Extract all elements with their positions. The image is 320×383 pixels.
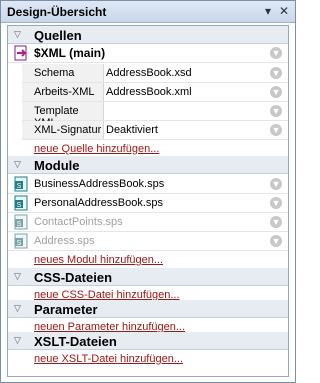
collapse-chevron-icon[interactable]: ▽ <box>14 335 21 346</box>
section-parameters-label: Parameter <box>34 302 98 317</box>
section-sources[interactable]: ▽ Quellen <box>8 26 288 44</box>
module-name: Address.sps <box>34 235 95 247</box>
section-parameters[interactable]: ▽ Parameter <box>8 300 288 318</box>
module-name: PersonalAddressBook.sps <box>34 197 164 209</box>
prop-menu-button[interactable]: ▼ <box>270 124 282 136</box>
panel-title: Design-Übersicht <box>7 5 107 19</box>
module-menu-button[interactable]: ▼ <box>270 235 282 247</box>
source-main-menu-button[interactable]: ▼ <box>270 47 282 59</box>
prop-key: Arbeits-XML <box>34 86 95 98</box>
prop-value[interactable]: AddressBook.xsd <box>106 67 192 79</box>
prop-menu-button[interactable]: ▼ <box>270 67 282 79</box>
prop-key-cell: XML-Signatur <box>22 121 104 139</box>
add-source-link[interactable]: neue Quelle hinzufügen... <box>34 143 159 155</box>
module-menu-button[interactable]: ▼ <box>270 197 282 209</box>
prop-value[interactable]: Deaktiviert <box>106 124 158 136</box>
module-name: ContactPoints.sps <box>34 216 123 228</box>
panel-titlebar: Design-Übersicht ▾ ✕ <box>1 1 295 23</box>
source-prop-row[interactable]: Arbeits-XML AddressBook.xml ▼ <box>22 83 288 102</box>
svg-text:S: S <box>17 221 22 228</box>
module-row[interactable]: S Address.sps ▼ <box>8 232 288 251</box>
add-module-link[interactable]: neues Modul hinzufügen... <box>34 254 163 266</box>
prop-value[interactable]: AddressBook.xml <box>106 86 192 98</box>
source-prop-row[interactable]: XML-Signatur Deaktiviert ▼ <box>22 121 288 140</box>
add-xslt-link[interactable]: neue XSLT-Datei hinzufügen... <box>34 353 183 365</box>
prop-menu-button[interactable]: ▼ <box>270 105 282 117</box>
prop-key-cell: Arbeits-XML <box>22 83 104 101</box>
prop-key: Schema <box>34 67 75 79</box>
sps-file-disabled-icon: S <box>14 233 28 249</box>
section-modules[interactable]: ▽ Module <box>8 156 288 174</box>
design-overview-panel: Design-Übersicht ▾ ✕ ▽ Quellen $XML (mai… <box>0 0 296 383</box>
section-xslt-label: XSLT-Dateien <box>34 334 117 349</box>
prop-key: XML-Signatur <box>34 124 102 136</box>
sps-file-icon: S <box>14 176 28 192</box>
svg-text:S: S <box>17 240 22 247</box>
section-css[interactable]: ▽ CSS-Dateien <box>8 268 288 286</box>
source-prop-row[interactable]: Schema AddressBook.xsd ▼ <box>22 64 288 83</box>
section-css-label: CSS-Dateien <box>34 270 113 285</box>
svg-text:S: S <box>17 183 22 190</box>
prop-menu-button[interactable]: ▼ <box>270 86 282 98</box>
collapse-chevron-icon[interactable]: ▽ <box>14 159 21 170</box>
source-prop-row[interactable]: Template XML ▼ <box>22 102 288 129</box>
module-menu-button[interactable]: ▼ <box>270 216 282 228</box>
source-main-row[interactable]: $XML (main) ▼ <box>8 44 288 63</box>
section-modules-label: Module <box>34 158 80 173</box>
module-name: BusinessAddressBook.sps <box>34 178 165 190</box>
pin-icon[interactable]: ▾ <box>261 4 275 18</box>
sps-file-disabled-icon: S <box>14 214 28 230</box>
module-row[interactable]: S ContactPoints.sps ▼ <box>8 213 288 232</box>
close-icon[interactable]: ✕ <box>277 4 291 18</box>
module-row[interactable]: S BusinessAddressBook.sps ▼ <box>8 175 288 194</box>
source-main-label: $XML (main) <box>34 46 106 60</box>
section-sources-label: Quellen <box>34 28 82 43</box>
prop-key-cell: Schema <box>22 64 104 82</box>
prop-key-cell: Template XML <box>22 102 104 129</box>
overview-content: ▽ Quellen $XML (main) ▼ Schema AddressBo… <box>7 25 289 377</box>
section-xslt[interactable]: ▽ XSLT-Dateien <box>8 332 288 350</box>
collapse-chevron-icon[interactable]: ▽ <box>14 29 21 40</box>
module-row[interactable]: S PersonalAddressBook.sps ▼ <box>8 194 288 213</box>
module-menu-button[interactable]: ▼ <box>270 178 282 190</box>
xml-source-icon <box>14 45 27 61</box>
svg-text:S: S <box>17 202 22 209</box>
collapse-chevron-icon[interactable]: ▽ <box>14 303 21 314</box>
collapse-chevron-icon[interactable]: ▽ <box>14 271 21 282</box>
sps-file-icon: S <box>14 195 28 211</box>
